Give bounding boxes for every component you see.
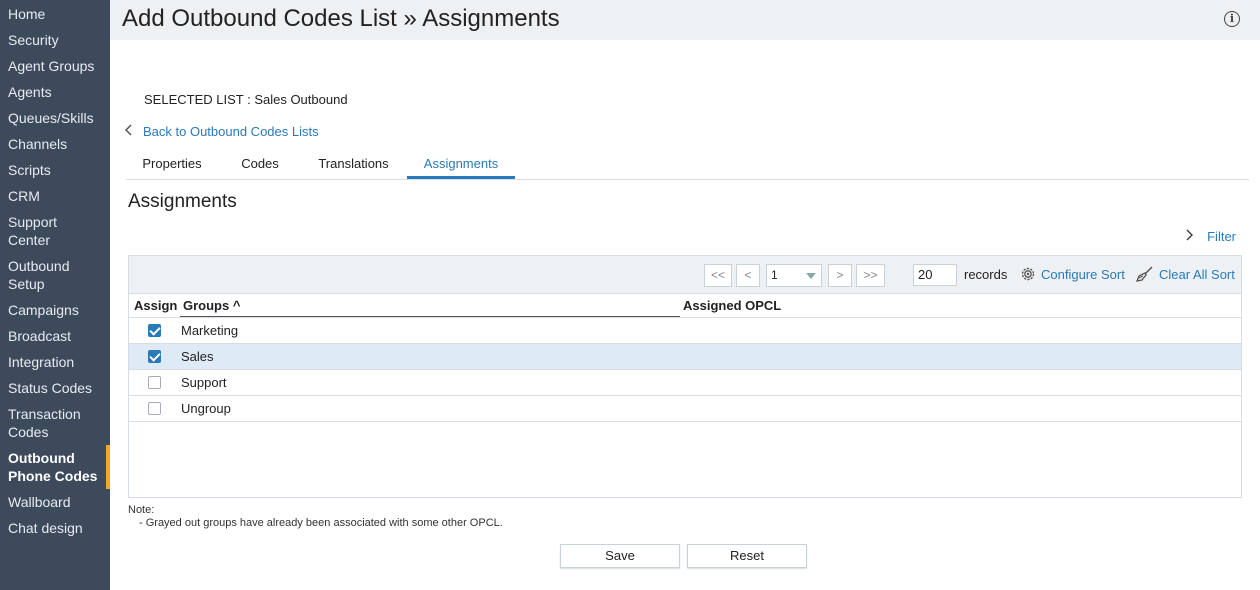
page-select[interactable]: 1 (766, 264, 822, 287)
sidebar-item-crm[interactable]: CRM (0, 183, 110, 209)
group-name: Support (181, 375, 227, 390)
assignments-grid: << < 1 > >> 20 records Configure Sort Cl… (128, 255, 1242, 498)
table-row[interactable]: Support (129, 370, 1241, 396)
groups-sort-underline (180, 316, 680, 317)
chevron-down-icon (806, 273, 816, 279)
sidebar-item-wallboard[interactable]: Wallboard (0, 489, 110, 515)
selected-list: SELECTED LIST : Sales Outbound (144, 92, 348, 107)
sidebar-item-support-center[interactable]: Support Center (0, 209, 110, 253)
back-link[interactable]: Back to Outbound Codes Lists (124, 123, 319, 139)
tab-codes[interactable]: Codes (232, 156, 288, 179)
sidebar-item-status-codes[interactable]: Status Codes (0, 375, 110, 401)
page-header: Add Outbound Codes List » Assignments i (110, 0, 1260, 40)
back-link-label: Back to Outbound Codes Lists (143, 124, 319, 139)
sidebar-item-campaigns[interactable]: Campaigns (0, 297, 110, 323)
gear-icon (1021, 267, 1035, 281)
records-label: records (964, 267, 1008, 282)
info-icon[interactable]: i (1224, 11, 1240, 27)
column-header-groups[interactable]: Groups ^ (183, 298, 240, 313)
configure-sort-label: Configure Sort (1041, 267, 1125, 282)
assign-checkbox[interactable] (148, 350, 161, 363)
sidebar-item-queues-skills[interactable]: Queues/Skills (0, 105, 110, 131)
tab-properties[interactable]: Properties (126, 156, 218, 179)
page-select-value: 1 (771, 268, 778, 282)
filter-toggle[interactable]: Filter (1185, 229, 1236, 244)
assign-checkbox[interactable] (148, 402, 161, 415)
sidebar-item-scripts[interactable]: Scripts (0, 157, 110, 183)
table-header: Assign Groups ^ Assigned OPCL (129, 294, 1241, 318)
column-header-assign[interactable]: Assign (134, 298, 177, 313)
selected-list-label: SELECTED LIST (144, 92, 244, 107)
sidebar-item-outbound-phone-codes[interactable]: Outbound Phone Codes (0, 445, 110, 489)
chevron-left-icon (124, 123, 136, 139)
sidebar-item-chat-design[interactable]: Chat design (0, 515, 110, 541)
last-page-button[interactable]: >> (856, 264, 885, 287)
first-page-button[interactable]: << (704, 264, 732, 287)
grid-toolbar: << < 1 > >> 20 records Configure Sort Cl… (129, 256, 1241, 294)
sidebar-item-security[interactable]: Security (0, 27, 110, 53)
sidebar-item-broadcast[interactable]: Broadcast (0, 323, 110, 349)
filter-label: Filter (1207, 229, 1236, 244)
assign-checkbox[interactable] (148, 376, 161, 389)
page-title: Add Outbound Codes List » Assignments (122, 5, 560, 32)
sidebar-item-home[interactable]: Home (0, 2, 110, 27)
next-page-button[interactable]: > (828, 264, 852, 287)
group-name: Marketing (181, 323, 239, 338)
tab-translations[interactable]: Translations (306, 156, 401, 179)
group-name: Sales (181, 349, 214, 364)
clear-all-sort-label: Clear All Sort (1159, 267, 1235, 282)
note: Note: - Grayed out groups have already b… (128, 504, 503, 530)
table-row[interactable]: Marketing (129, 318, 1241, 344)
group-name: Ungroup (181, 401, 231, 416)
sidebar-item-integration[interactable]: Integration (0, 349, 110, 375)
chevron-right-icon (1185, 229, 1197, 244)
records-per-page-input[interactable]: 20 (913, 264, 957, 286)
note-line: - Grayed out groups have already been as… (139, 517, 503, 529)
reset-button[interactable]: Reset (687, 544, 807, 568)
tab-bar: Properties Codes Translations Assignment… (126, 152, 1249, 180)
sidebar: Home Security Agent Groups Agents Queues… (0, 0, 110, 590)
sidebar-item-transaction-codes[interactable]: Transaction Codes (0, 401, 110, 445)
table-row[interactable]: Sales (129, 344, 1241, 370)
note-title: Note: (128, 504, 155, 516)
selected-list-value: : Sales Outbound (247, 92, 348, 107)
sidebar-item-agent-groups[interactable]: Agent Groups (0, 53, 110, 79)
tab-assignments[interactable]: Assignments (407, 156, 515, 179)
sidebar-item-channels[interactable]: Channels (0, 131, 110, 157)
section-title: Assignments (128, 191, 237, 212)
table-row[interactable]: Ungroup (129, 396, 1241, 422)
sidebar-item-agents[interactable]: Agents (0, 79, 110, 105)
column-header-assigned-opcl[interactable]: Assigned OPCL (683, 298, 781, 313)
broom-icon (1135, 266, 1153, 282)
assign-checkbox[interactable] (148, 324, 161, 337)
configure-sort-button[interactable]: Configure Sort (1020, 266, 1125, 282)
prev-page-button[interactable]: < (736, 264, 760, 287)
save-button[interactable]: Save (560, 544, 680, 568)
clear-all-sort-button[interactable]: Clear All Sort (1135, 266, 1235, 282)
sidebar-item-outbound-setup[interactable]: Outbound Setup (0, 253, 110, 297)
